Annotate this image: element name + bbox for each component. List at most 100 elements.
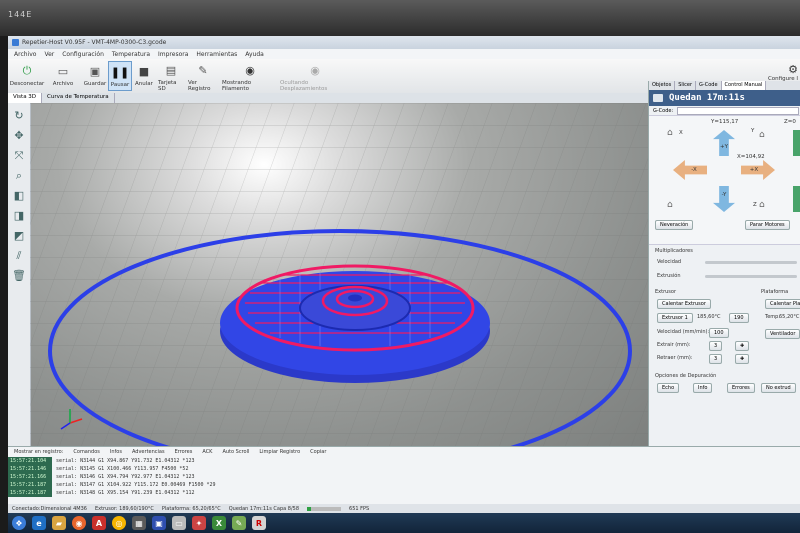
menu-herramientas[interactable]: Herramientas bbox=[196, 51, 237, 58]
start-button[interactable]: ❖ bbox=[12, 516, 26, 530]
move-icon[interactable]: ✥ bbox=[12, 129, 26, 143]
debug-no-extrude-toggle[interactable]: No extrud bbox=[761, 383, 796, 393]
menu-temperatura[interactable]: Temperatura bbox=[112, 51, 150, 58]
taskbar-folder-icon[interactable]: ▰ bbox=[52, 516, 66, 530]
show-filament-button[interactable]: ◉ Mostrando Filamento bbox=[222, 61, 278, 92]
view-front-icon[interactable]: ◧ bbox=[12, 189, 26, 203]
log-copy-button[interactable]: Copiar bbox=[310, 449, 326, 455]
log-filter-ack[interactable]: ACK bbox=[202, 449, 212, 455]
extrusor-target-input[interactable]: 190 bbox=[729, 313, 749, 323]
sd-card-button[interactable]: ▤ Tarjeta SD bbox=[158, 61, 184, 92]
zoom-icon[interactable]: ⌕ bbox=[12, 169, 26, 183]
pencil-icon: ✎ bbox=[198, 64, 208, 77]
calentar-plataforma-button[interactable]: Calentar Pla bbox=[765, 299, 800, 309]
parar-motores-button[interactable]: Parar Motores bbox=[745, 220, 790, 230]
taskbar-excel-icon[interactable]: X bbox=[212, 516, 226, 530]
taskbar-r-icon[interactable]: R bbox=[252, 516, 266, 530]
log-filter-errors[interactable]: Errores bbox=[175, 449, 193, 455]
right-tabs: Objetos Slicer G-Code Control Manual bbox=[649, 81, 800, 90]
extraer-label: Extrair (mm): bbox=[657, 342, 691, 348]
3d-viewport[interactable]: ↻ ✥ ⤧ ⌕ ◧ ◨ ◩ ⫽ 🗑 bbox=[8, 103, 648, 446]
log-filter-warnings[interactable]: Advertencias bbox=[132, 449, 165, 455]
right-panel: Objetos Slicer G-Code Control Manual Que… bbox=[648, 81, 800, 446]
jog-plus-y-button[interactable]: +Y bbox=[713, 130, 735, 156]
tab-objetos[interactable]: Objetos bbox=[649, 81, 676, 90]
cancel-button[interactable]: ■ Anular bbox=[134, 61, 154, 91]
rotate-icon[interactable]: ↻ bbox=[12, 109, 26, 123]
home-x-icon[interactable]: ⌂ bbox=[667, 128, 673, 138]
tab-slicer[interactable]: Slicer bbox=[675, 81, 697, 90]
parallel-lines-icon[interactable]: ⫽ bbox=[12, 249, 26, 263]
menu-configuracion[interactable]: Configuración bbox=[62, 51, 104, 58]
home-y-icon[interactable]: ⌂ bbox=[759, 130, 765, 140]
gcode-input[interactable] bbox=[677, 106, 800, 115]
log-filter-infos[interactable]: Infos bbox=[110, 449, 122, 455]
extraer-button[interactable]: ✚ bbox=[735, 341, 750, 351]
view-top-icon[interactable]: ◩ bbox=[12, 229, 26, 243]
debug-echo-toggle[interactable]: Echo bbox=[657, 383, 680, 393]
home-z-icon[interactable]: ⌂ bbox=[759, 200, 765, 210]
log-line: 15:57:21.104 serial: N3144 G1 X94.867 Y91… bbox=[8, 457, 800, 465]
home-all-icon[interactable]: ⌂ bbox=[667, 200, 673, 210]
extraer-input[interactable]: 3 bbox=[709, 341, 723, 351]
taskbar-app-icon[interactable]: ▦ bbox=[132, 516, 146, 530]
view-side-tools: ↻ ✥ ⤧ ⌕ ◧ ◨ ◩ ⫽ 🗑 bbox=[8, 103, 31, 446]
log-filter-commands[interactable]: Comandos bbox=[73, 449, 100, 455]
jog-plus-z-button[interactable] bbox=[793, 130, 800, 156]
velocidad-slider[interactable] bbox=[705, 261, 797, 264]
tab-temperature-curve[interactable]: Curva de Temperatura bbox=[42, 93, 115, 103]
taskbar-repetier-icon[interactable]: ▣ bbox=[152, 516, 166, 530]
calentar-extrusor-button[interactable]: Calentar Extrusor bbox=[657, 299, 711, 309]
debug-errors-toggle[interactable]: Errores bbox=[727, 383, 755, 393]
taskbar-acrobat-icon[interactable]: A bbox=[92, 516, 106, 530]
debug-info-toggle[interactable]: Info bbox=[693, 383, 713, 393]
taskbar-green-icon[interactable]: ✎ bbox=[232, 516, 246, 530]
tab-gcode[interactable]: G-Code bbox=[696, 81, 722, 90]
connection-status: Conectado:Dimensional 4M36 bbox=[12, 505, 87, 512]
log-line: 15:57:21.187 serial: N3147 G1 X104.922 Y1… bbox=[8, 481, 800, 489]
app-icon bbox=[12, 39, 19, 46]
menu-impresora[interactable]: Impresora bbox=[158, 51, 188, 58]
taskbar-window-icon[interactable]: ▭ bbox=[172, 516, 186, 530]
retraer-input[interactable]: 3 bbox=[709, 354, 723, 364]
retraer-button[interactable]: ✚ bbox=[735, 354, 750, 364]
tab-control-manual[interactable]: Control Manual bbox=[721, 81, 767, 90]
log-line: 15:57:21.187 serial: N3148 G1 X95.154 Y91… bbox=[8, 489, 800, 497]
trash-icon[interactable]: 🗑 bbox=[12, 269, 26, 283]
jog-plus-x-button[interactable]: +X bbox=[741, 160, 775, 180]
power-icon: ⏻ bbox=[22, 64, 32, 77]
taskbar-ie-icon[interactable]: e bbox=[32, 516, 46, 530]
jog-minus-x-button[interactable]: -X bbox=[673, 160, 707, 180]
view-side-icon[interactable]: ◨ bbox=[12, 209, 26, 223]
configure-printer-button[interactable]: ⚙ Configure I bbox=[768, 63, 798, 82]
move-object-icon[interactable]: ⤧ bbox=[12, 149, 26, 163]
extrusor-select[interactable]: Extrusor 1 bbox=[657, 313, 693, 323]
log-time: 15:57:21.187 bbox=[8, 489, 52, 497]
taskbar-tool-icon[interactable]: ✦ bbox=[192, 516, 206, 530]
minus-y-label: -Y bbox=[721, 192, 727, 198]
save-button[interactable]: ▣ Guardar bbox=[84, 61, 106, 91]
menu-ver[interactable]: Ver bbox=[44, 51, 54, 58]
neveracion-button[interactable]: Neveración bbox=[655, 220, 694, 230]
printer-icon bbox=[653, 94, 663, 102]
pause-button[interactable]: ❚❚ Pausar bbox=[108, 61, 132, 91]
velocidad-mm-label: Velocidad (mm/min): bbox=[657, 329, 710, 335]
ventilador-toggle[interactable]: Ventilador bbox=[765, 329, 800, 339]
log-auto-scroll[interactable]: Auto Scroll bbox=[222, 449, 249, 455]
disconnect-button[interactable]: ⏻ Desconectar bbox=[10, 61, 45, 91]
jog-minus-y-button[interactable]: -Y bbox=[713, 186, 735, 212]
velocidad-mm-input[interactable]: 100 bbox=[709, 328, 729, 338]
taskbar-chrome-icon[interactable]: ◎ bbox=[112, 516, 126, 530]
cancel-label: Anular bbox=[135, 81, 153, 87]
tab-3d-view[interactable]: Vista 3D bbox=[8, 93, 43, 103]
taskbar-firefox-icon[interactable]: ◉ bbox=[72, 516, 86, 530]
extrusion-slider[interactable] bbox=[705, 275, 797, 278]
jog-minus-z-button[interactable] bbox=[793, 186, 800, 212]
menu-ayuda[interactable]: Ayuda bbox=[245, 51, 264, 58]
menu-archivo[interactable]: Archivo bbox=[14, 51, 36, 58]
gear-icon: ⚙ bbox=[788, 63, 798, 76]
log-clear-button[interactable]: Limpiar Registro bbox=[259, 449, 300, 455]
hide-travel-button[interactable]: ◉ Ocultando Desplazamientos bbox=[280, 61, 350, 92]
view-log-button[interactable]: ✎ Ver Registro bbox=[188, 61, 218, 92]
file-button[interactable]: ▭ Archivo bbox=[52, 61, 74, 91]
